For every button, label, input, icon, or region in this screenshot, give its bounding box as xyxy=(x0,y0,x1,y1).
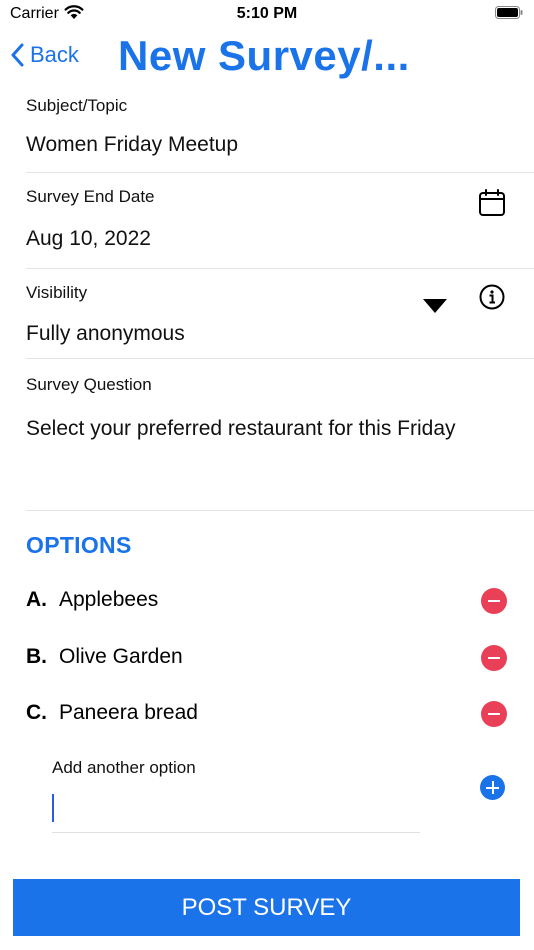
subject-value[interactable]: Women Friday Meetup xyxy=(26,133,534,157)
divider xyxy=(26,268,534,269)
text-cursor xyxy=(52,794,54,822)
divider xyxy=(26,172,534,173)
question-value[interactable]: Select your preferred restaurant for thi… xyxy=(26,417,534,441)
end-date-value[interactable]: Aug 10, 2022 xyxy=(26,227,534,251)
visibility-label: Visibility xyxy=(26,283,88,302)
remove-option-icon[interactable] xyxy=(481,701,507,727)
option-letter: A. xyxy=(26,588,47,611)
option-text: Applebees xyxy=(59,588,159,611)
option-text: Olive Garden xyxy=(59,645,183,668)
add-option-input[interactable] xyxy=(52,788,420,833)
calendar-icon[interactable] xyxy=(478,189,506,217)
end-date-field[interactable]: Survey End Date Aug 10, 2022 xyxy=(26,187,534,251)
divider xyxy=(26,358,534,359)
status-bar: Carrier 5:10 PM xyxy=(0,0,534,28)
end-date-label: Survey End Date xyxy=(26,187,155,206)
divider xyxy=(26,510,534,511)
question-field[interactable]: Survey Question Select your preferred re… xyxy=(26,375,534,441)
subject-field[interactable]: Subject/Topic Women Friday Meetup xyxy=(26,96,534,157)
navigation-bar: Back New Survey/... xyxy=(0,28,534,84)
back-label: Back xyxy=(30,42,79,67)
visibility-value[interactable]: Fully anonymous xyxy=(26,322,534,346)
option-row: C. Paneera bread xyxy=(26,697,507,731)
subject-label: Subject/Topic xyxy=(26,96,128,115)
option-text: Paneera bread xyxy=(59,701,198,724)
option-row: B. Olive Garden xyxy=(26,641,507,675)
visibility-field[interactable]: Visibility Fully anonymous xyxy=(26,283,534,346)
option-letter: B. xyxy=(26,645,47,668)
options-heading: OPTIONS xyxy=(26,532,132,558)
add-option-icon[interactable] xyxy=(480,775,505,800)
option-letter: C. xyxy=(26,701,47,724)
chevron-left-icon xyxy=(11,43,24,67)
post-survey-button[interactable]: POST SURVEY xyxy=(13,879,520,936)
status-time: 5:10 PM xyxy=(236,5,298,22)
page-title: New Survey/... xyxy=(118,32,410,79)
remove-option-icon[interactable] xyxy=(481,588,507,614)
question-label: Survey Question xyxy=(26,375,152,394)
dropdown-triangle-icon[interactable] xyxy=(423,299,447,313)
remove-option-icon[interactable] xyxy=(481,645,507,671)
info-icon[interactable] xyxy=(479,284,505,310)
add-option-label: Add another option xyxy=(52,758,196,777)
option-row: A. Applebees xyxy=(26,584,507,618)
battery-icon xyxy=(495,6,523,19)
back-button[interactable]: Back xyxy=(10,40,79,70)
